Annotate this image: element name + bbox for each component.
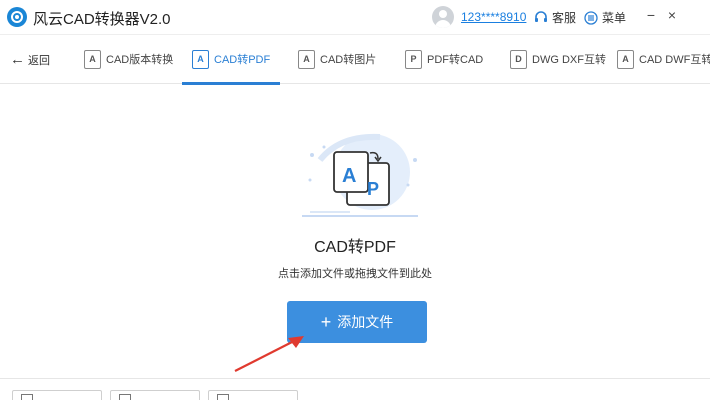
file-icon (21, 394, 33, 400)
cad-dwf-icon: A (617, 49, 634, 69)
app-title: 风云CAD转换器V2.0 (33, 11, 171, 28)
close-button[interactable]: × (662, 7, 682, 23)
back-arrow-icon: ← (10, 51, 25, 68)
tab-dwg-dxf-convert[interactable]: D DWG DXF互转 (510, 48, 606, 70)
customer-service-label: 客服 (552, 11, 577, 25)
tab-cad-to-pdf[interactable]: A CAD转PDF (192, 48, 270, 70)
bottom-action-button[interactable] (110, 390, 200, 400)
tab-label: CAD版本转换 (106, 54, 174, 66)
drop-hint-text: 点击添加文件或拖拽文件到此处 (278, 268, 432, 280)
tab-label: CAD DWF互转 (639, 54, 710, 66)
trash-icon (217, 394, 229, 400)
dwg-dxf-icon: D (510, 49, 527, 69)
tab-cad-dwf-convert[interactable]: A CAD DWF互转 (617, 48, 710, 70)
bottom-action-button[interactable] (12, 390, 102, 400)
tab-cad-version-convert[interactable]: A CAD版本转换 (84, 48, 173, 70)
tab-pdf-to-cad[interactable]: P PDF转CAD (405, 48, 483, 70)
pdf-to-cad-icon: P (405, 49, 422, 69)
svg-text:A: A (342, 165, 356, 187)
pointer-arrow-annotation (234, 336, 304, 372)
back-label: 返回 (28, 55, 50, 67)
cad-to-pdf-icon: A (192, 49, 209, 69)
bottom-action-button[interactable] (208, 390, 298, 400)
tab-label: CAD转PDF (214, 54, 271, 66)
active-tab-indicator (182, 82, 280, 85)
panel-title: CAD转PDF (314, 239, 396, 256)
bottom-action-bar (0, 378, 710, 400)
customer-service-button[interactable]: 客服 (534, 9, 576, 26)
user-id-link[interactable]: 123****8910 (461, 10, 526, 24)
plus-icon: + (320, 312, 332, 332)
file-convert-illustration: A P (302, 133, 418, 217)
cad-version-icon: A (84, 49, 101, 69)
tab-label: PDF转CAD (427, 54, 484, 66)
cad-to-image-icon: A (298, 49, 315, 69)
minimize-button[interactable]: − (641, 7, 661, 23)
tab-label: CAD转图片 (320, 54, 377, 66)
menu-label: 菜单 (602, 11, 627, 25)
headset-icon (535, 10, 547, 22)
menu-button[interactable]: 菜单 (584, 9, 626, 26)
user-avatar-icon[interactable] (432, 6, 454, 28)
add-file-label: 添加文件 (337, 314, 394, 330)
menu-icon (584, 10, 598, 25)
app-logo-icon (7, 7, 27, 27)
svg-text:P: P (367, 179, 379, 199)
tab-cad-to-image[interactable]: A CAD转图片 (298, 48, 376, 70)
tab-label: DWG DXF互转 (532, 54, 606, 66)
title-bar: 风云CAD转换器V2.0 123****8910 客服 菜单 − × (0, 0, 710, 34)
folder-icon (119, 394, 131, 400)
function-tabs-bar: ← 返回 A CAD版本转换 A CAD转PDF A CAD转图片 P PDF转… (0, 34, 710, 85)
back-button[interactable]: ← 返回 (10, 52, 50, 68)
